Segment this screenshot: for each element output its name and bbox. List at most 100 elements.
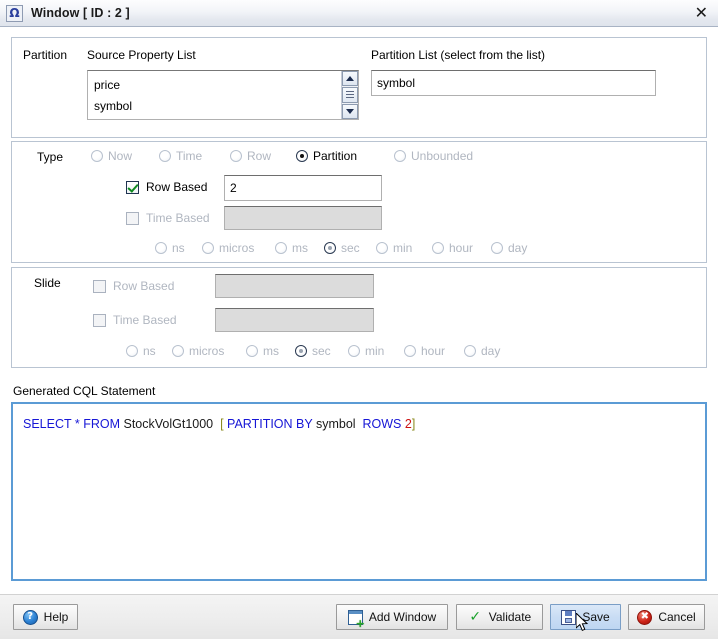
type-unit-day[interactable]: day	[491, 241, 527, 255]
type-time-based-checkbox[interactable]: Time Based	[126, 211, 210, 225]
type-unit-hour[interactable]: hour	[432, 241, 473, 255]
source-property-list-items: price symbol	[88, 71, 341, 119]
slide-unit-hour-label: hour	[421, 344, 446, 358]
type-unit-sec[interactable]: sec	[324, 241, 360, 255]
add-window-button-label: Add Window	[368, 610, 437, 624]
slide-unit-ms-label: ms	[263, 344, 279, 358]
radio-icon	[159, 150, 171, 162]
type-radio-now[interactable]: Now	[91, 149, 132, 163]
slide-row-based-input	[215, 274, 374, 298]
radio-icon	[275, 242, 287, 254]
validate-button-label: Validate	[488, 610, 532, 624]
type-unit-ms-label: ms	[292, 241, 308, 255]
help-icon: ?	[22, 609, 38, 625]
type-row-based-checkbox[interactable]: Row Based	[126, 180, 207, 194]
save-icon	[561, 609, 577, 625]
checkbox-icon	[126, 211, 139, 225]
type-panel: Type Now Time Row Partition Unbounded Ro…	[11, 141, 707, 263]
radio-icon	[376, 242, 388, 254]
type-unit-ms[interactable]: ms	[275, 241, 308, 255]
slide-unit-ns[interactable]: ns	[126, 344, 156, 358]
cancel-button[interactable]: ✖ Cancel	[628, 604, 705, 630]
type-section-label: Type	[37, 150, 64, 164]
radio-icon	[246, 345, 258, 357]
slide-unit-micros[interactable]: micros	[172, 344, 224, 358]
check-icon: ✓	[469, 609, 482, 625]
add-window-icon	[347, 609, 365, 629]
radio-icon	[126, 345, 138, 357]
slide-unit-ns-label: ns	[143, 344, 156, 358]
type-radio-unbounded-label: Unbounded	[411, 149, 474, 163]
slide-unit-min[interactable]: min	[348, 344, 384, 358]
window-titlebar: Ω Window [ ID : 2 ] ✕	[0, 0, 718, 27]
list-item[interactable]: price	[94, 75, 341, 96]
type-unit-micros[interactable]: micros	[202, 241, 254, 255]
scrollbar-thumb[interactable]	[342, 87, 358, 103]
radio-icon	[155, 242, 167, 254]
type-radio-time-label: Time	[176, 149, 203, 163]
slide-unit-sec[interactable]: sec	[295, 344, 331, 358]
partition-list-input[interactable]	[371, 70, 656, 96]
radio-icon	[432, 242, 444, 254]
source-property-list[interactable]: price symbol	[87, 70, 359, 120]
partition-section-label: Partition	[23, 48, 68, 62]
radio-icon	[172, 345, 184, 357]
slide-unit-sec-label: sec	[312, 344, 331, 358]
slide-unit-day-label: day	[481, 344, 501, 358]
scroll-up-icon[interactable]	[342, 71, 358, 87]
slide-row-based-label: Row Based	[113, 279, 175, 293]
slide-time-based-checkbox[interactable]: Time Based	[93, 313, 177, 327]
radio-icon	[404, 345, 416, 357]
slide-panel: Slide Row Based Time Based ns micros ms …	[11, 267, 707, 368]
cql-label: Generated CQL Statement	[13, 384, 156, 398]
partition-panel: Partition Source Property List Partition…	[11, 37, 707, 138]
close-icon[interactable]: ✕	[693, 5, 710, 21]
type-radio-partition[interactable]: Partition	[296, 149, 357, 163]
radio-icon	[348, 345, 360, 357]
radio-icon	[491, 242, 503, 254]
type-unit-ns-label: ns	[172, 241, 185, 255]
type-radio-time[interactable]: Time	[159, 149, 202, 163]
slide-unit-min-label: min	[365, 344, 385, 358]
slide-unit-day[interactable]: day	[464, 344, 500, 358]
type-radio-unbounded[interactable]: Unbounded	[394, 149, 473, 163]
checkbox-icon	[126, 180, 139, 194]
type-time-based-input	[224, 206, 382, 230]
save-button-label: Save	[582, 610, 610, 624]
slide-unit-hour[interactable]: hour	[404, 344, 445, 358]
save-button[interactable]: Save	[550, 604, 621, 630]
omega-icon: Ω	[6, 4, 23, 22]
radio-icon	[295, 345, 307, 357]
type-unit-sec-label: sec	[341, 241, 360, 255]
type-radio-now-label: Now	[108, 149, 133, 163]
cancel-icon: ✖	[637, 609, 653, 625]
type-row-based-input[interactable]	[224, 175, 382, 201]
slide-time-based-input	[215, 308, 374, 332]
cancel-button-label: Cancel	[658, 610, 696, 624]
radio-icon	[296, 150, 308, 162]
type-radio-partition-label: Partition	[313, 149, 358, 163]
type-unit-day-label: day	[508, 241, 528, 255]
cql-statement-area[interactable]: SELECT * FROM StockVolGt1000 [ PARTITION…	[11, 402, 707, 581]
type-radio-row-label: Row	[247, 149, 272, 163]
slide-section-label: Slide	[34, 276, 61, 290]
source-property-list-label: Source Property List	[87, 48, 196, 62]
type-unit-min[interactable]: min	[376, 241, 412, 255]
type-unit-hour-label: hour	[449, 241, 474, 255]
slide-unit-micros-label: micros	[189, 344, 225, 358]
slide-unit-ms[interactable]: ms	[246, 344, 279, 358]
radio-icon	[394, 150, 406, 162]
slide-time-based-label: Time Based	[113, 313, 177, 327]
radio-icon	[202, 242, 214, 254]
type-radio-row[interactable]: Row	[230, 149, 271, 163]
scroll-down-icon[interactable]	[342, 103, 358, 119]
slide-row-based-checkbox[interactable]: Row Based	[93, 279, 174, 293]
list-item[interactable]: symbol	[94, 96, 341, 117]
source-list-scrollbar[interactable]	[341, 71, 358, 119]
validate-button[interactable]: ✓ Validate	[456, 604, 543, 630]
type-unit-ns[interactable]: ns	[155, 241, 185, 255]
window-title: Window [ ID : 2 ]	[31, 6, 130, 20]
add-window-button[interactable]: Add Window	[336, 604, 448, 630]
help-button[interactable]: ? Help	[13, 604, 78, 630]
type-row-based-label: Row Based	[146, 180, 208, 194]
